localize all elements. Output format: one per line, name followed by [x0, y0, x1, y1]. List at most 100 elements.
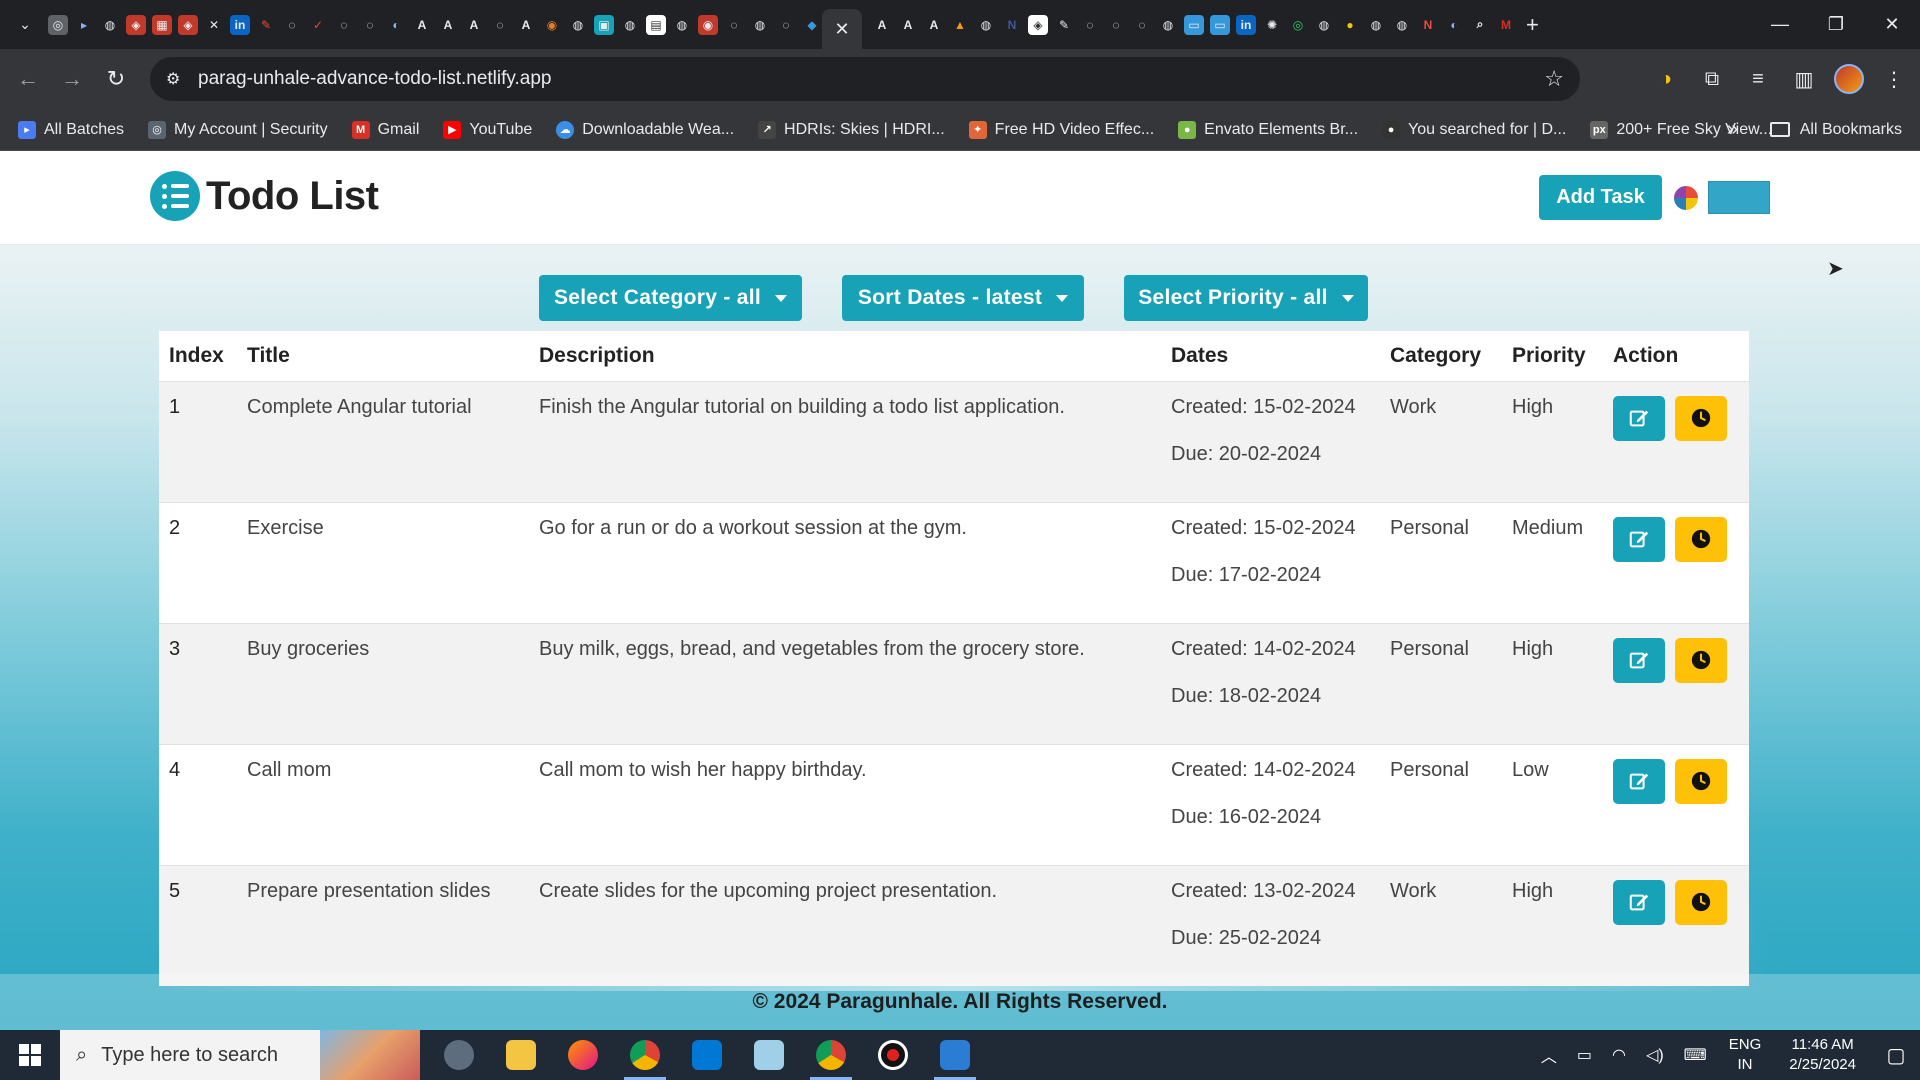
bookmark-item[interactable]: ● Envato Elements Br... [1178, 120, 1358, 139]
tab-favicon[interactable]: ◍ [568, 15, 588, 35]
tab-favicon[interactable]: ▸ [74, 15, 94, 35]
tab-favicon[interactable]: ◍ [750, 15, 770, 35]
more-bookmarks-chevron-icon[interactable]: » [1727, 118, 1738, 141]
tab-favicon[interactable]: ▦ [152, 14, 172, 35]
tab-favicon[interactable]: ▭ [1184, 14, 1204, 35]
media-controls-icon[interactable]: ≡ [1742, 63, 1774, 95]
linkedin-icon[interactable]: in [1236, 14, 1256, 35]
color-wheel-icon[interactable] [1674, 186, 1698, 210]
bookmark-item[interactable]: ● You searched for | D... [1382, 120, 1566, 139]
bookmark-item[interactable]: M Gmail [351, 120, 419, 139]
minimize-icon[interactable]: — [1752, 0, 1808, 49]
pin-icon[interactable]: ✎ [256, 15, 276, 35]
tab-favicon-a[interactable]: A [872, 15, 892, 35]
tab-favicon[interactable]: ◌ [334, 15, 354, 35]
tab-favicon[interactable]: ◌ [490, 15, 510, 35]
side-panel-icon[interactable]: ▥ [1788, 63, 1820, 95]
priority-filter-dropdown[interactable]: Select Priority - all [1124, 275, 1368, 321]
tab-favicon-a[interactable]: A [924, 15, 944, 35]
edit-button[interactable] [1613, 879, 1665, 925]
notepad-icon[interactable] [738, 1030, 800, 1080]
url-text[interactable]: parag-unhale-advance-todo-list.netlify.a… [198, 68, 551, 90]
bookmark-item[interactable]: ◎ My Account | Security [148, 120, 328, 139]
wifi-icon[interactable]: ◠ [1612, 1045, 1626, 1065]
bookmark-item[interactable]: px 200+ Free Sky View... [1590, 120, 1772, 139]
tab-favicon[interactable]: ◍ [1314, 15, 1334, 35]
bookmark-item[interactable]: ▶ YouTube [443, 120, 532, 139]
extensions-icon[interactable]: ⧉ [1696, 63, 1728, 95]
tab-favicon[interactable]: ◍ [1392, 15, 1412, 35]
edit-button[interactable] [1613, 395, 1665, 441]
tab-favicon[interactable]: ✎ [1054, 15, 1074, 35]
bookmark-item[interactable]: ↗ HDRIs: Skies | HDRI... [758, 120, 945, 139]
theme-color-picker[interactable] [1708, 181, 1770, 214]
tab-favicon[interactable]: ▤ [646, 14, 666, 35]
restore-icon[interactable]: ❐ [1808, 0, 1864, 49]
tab-favicon[interactable]: ◍ [976, 15, 996, 35]
reminder-button[interactable] [1675, 637, 1727, 683]
tab-favicon[interactable]: ● [1340, 15, 1360, 35]
back-icon[interactable]: ← [6, 57, 50, 101]
tab-favicon[interactable]: ▣ [594, 14, 614, 35]
tab-favicon[interactable]: ◍ [100, 15, 120, 35]
tab-favicon[interactable]: ◐ [386, 15, 406, 35]
settings-app-icon[interactable] [428, 1030, 490, 1080]
extension-app-icon[interactable]: ◑ [1650, 63, 1682, 95]
tab-favicon[interactable]: ◎ [48, 14, 68, 35]
site-info-icon[interactable]: ⚙ [166, 69, 186, 89]
bookmark-item[interactable]: ▸ All Batches [18, 120, 124, 139]
tab-favicon-a[interactable]: A [438, 15, 458, 35]
tab-favicon[interactable]: ◌ [360, 15, 380, 35]
new-tab-button[interactable]: + [1526, 12, 1539, 38]
chrome-profile-icon[interactable] [800, 1030, 862, 1080]
tab-favicon[interactable]: ◌ [776, 15, 796, 35]
reminder-button[interactable] [1675, 395, 1727, 441]
reminder-button[interactable] [1675, 879, 1727, 925]
tab-favicon[interactable]: ✓ [308, 15, 328, 35]
tab-favicon[interactable]: ◍ [672, 15, 692, 35]
start-button[interactable] [0, 1030, 60, 1080]
edit-button[interactable] [1613, 516, 1665, 562]
all-bookmarks-button[interactable]: All Bookmarks [1769, 121, 1902, 139]
add-task-button[interactable]: Add Task [1539, 175, 1662, 220]
tab-favicon[interactable]: ▭ [1210, 14, 1230, 35]
profile-avatar[interactable] [1834, 64, 1864, 94]
tab-favicon[interactable]: ◍ [1158, 15, 1178, 35]
linkedin-icon[interactable]: in [230, 14, 250, 35]
tab-favicon-a[interactable]: A [464, 15, 484, 35]
tab-favicon[interactable]: ◌ [1132, 15, 1152, 35]
battery-icon[interactable]: ▭ [1577, 1045, 1592, 1065]
bookmark-star-icon[interactable]: ☆ [1544, 66, 1564, 92]
edit-button[interactable] [1613, 637, 1665, 683]
vscode-icon[interactable] [676, 1030, 738, 1080]
tab-favicon[interactable]: ◈ [1028, 14, 1048, 35]
tab-favicon[interactable]: N [1418, 15, 1438, 35]
tab-favicon[interactable]: ◆ [802, 15, 822, 35]
bookmark-item[interactable]: ☁ Downloadable Wea... [556, 120, 734, 139]
firefox-icon[interactable] [552, 1030, 614, 1080]
tab-favicon-a[interactable]: A [898, 15, 918, 35]
taskbar-search-box[interactable]: ⌕ Type here to search [60, 1030, 420, 1080]
screen-recorder-icon[interactable] [862, 1030, 924, 1080]
x-icon[interactable]: ✕ [204, 15, 224, 35]
reminder-button[interactable] [1675, 516, 1727, 562]
tab-favicon[interactable]: ◐ [1444, 15, 1464, 35]
tab-favicon[interactable]: ◉ [542, 15, 562, 35]
tab-search-icon[interactable]: ⌄ [12, 12, 38, 38]
tab-favicon[interactable]: ⌕ [1470, 15, 1490, 35]
taskbar-clock[interactable]: 11:46 AM 2/25/2024 [1789, 1035, 1856, 1075]
tab-favicon[interactable]: ▲ [950, 15, 970, 35]
edit-button[interactable] [1613, 758, 1665, 804]
tab-favicon[interactable]: ◈ [126, 14, 146, 35]
gmail-tab-icon[interactable]: M [1496, 15, 1516, 35]
reminder-button[interactable] [1675, 758, 1727, 804]
tab-favicon[interactable]: ◍ [1366, 15, 1386, 35]
chrome-icon[interactable] [614, 1030, 676, 1080]
volume-icon[interactable]: ◁) [1646, 1045, 1664, 1065]
tab-favicon[interactable]: ✺ [1262, 15, 1282, 35]
tab-favicon[interactable]: ◈ [178, 14, 198, 35]
language-indicator[interactable]: ENG IN [1729, 1035, 1762, 1075]
tab-favicon[interactable]: ◌ [1106, 15, 1126, 35]
tab-favicon[interactable]: ◎ [1288, 15, 1308, 35]
reload-icon[interactable]: ↻ [94, 57, 138, 101]
